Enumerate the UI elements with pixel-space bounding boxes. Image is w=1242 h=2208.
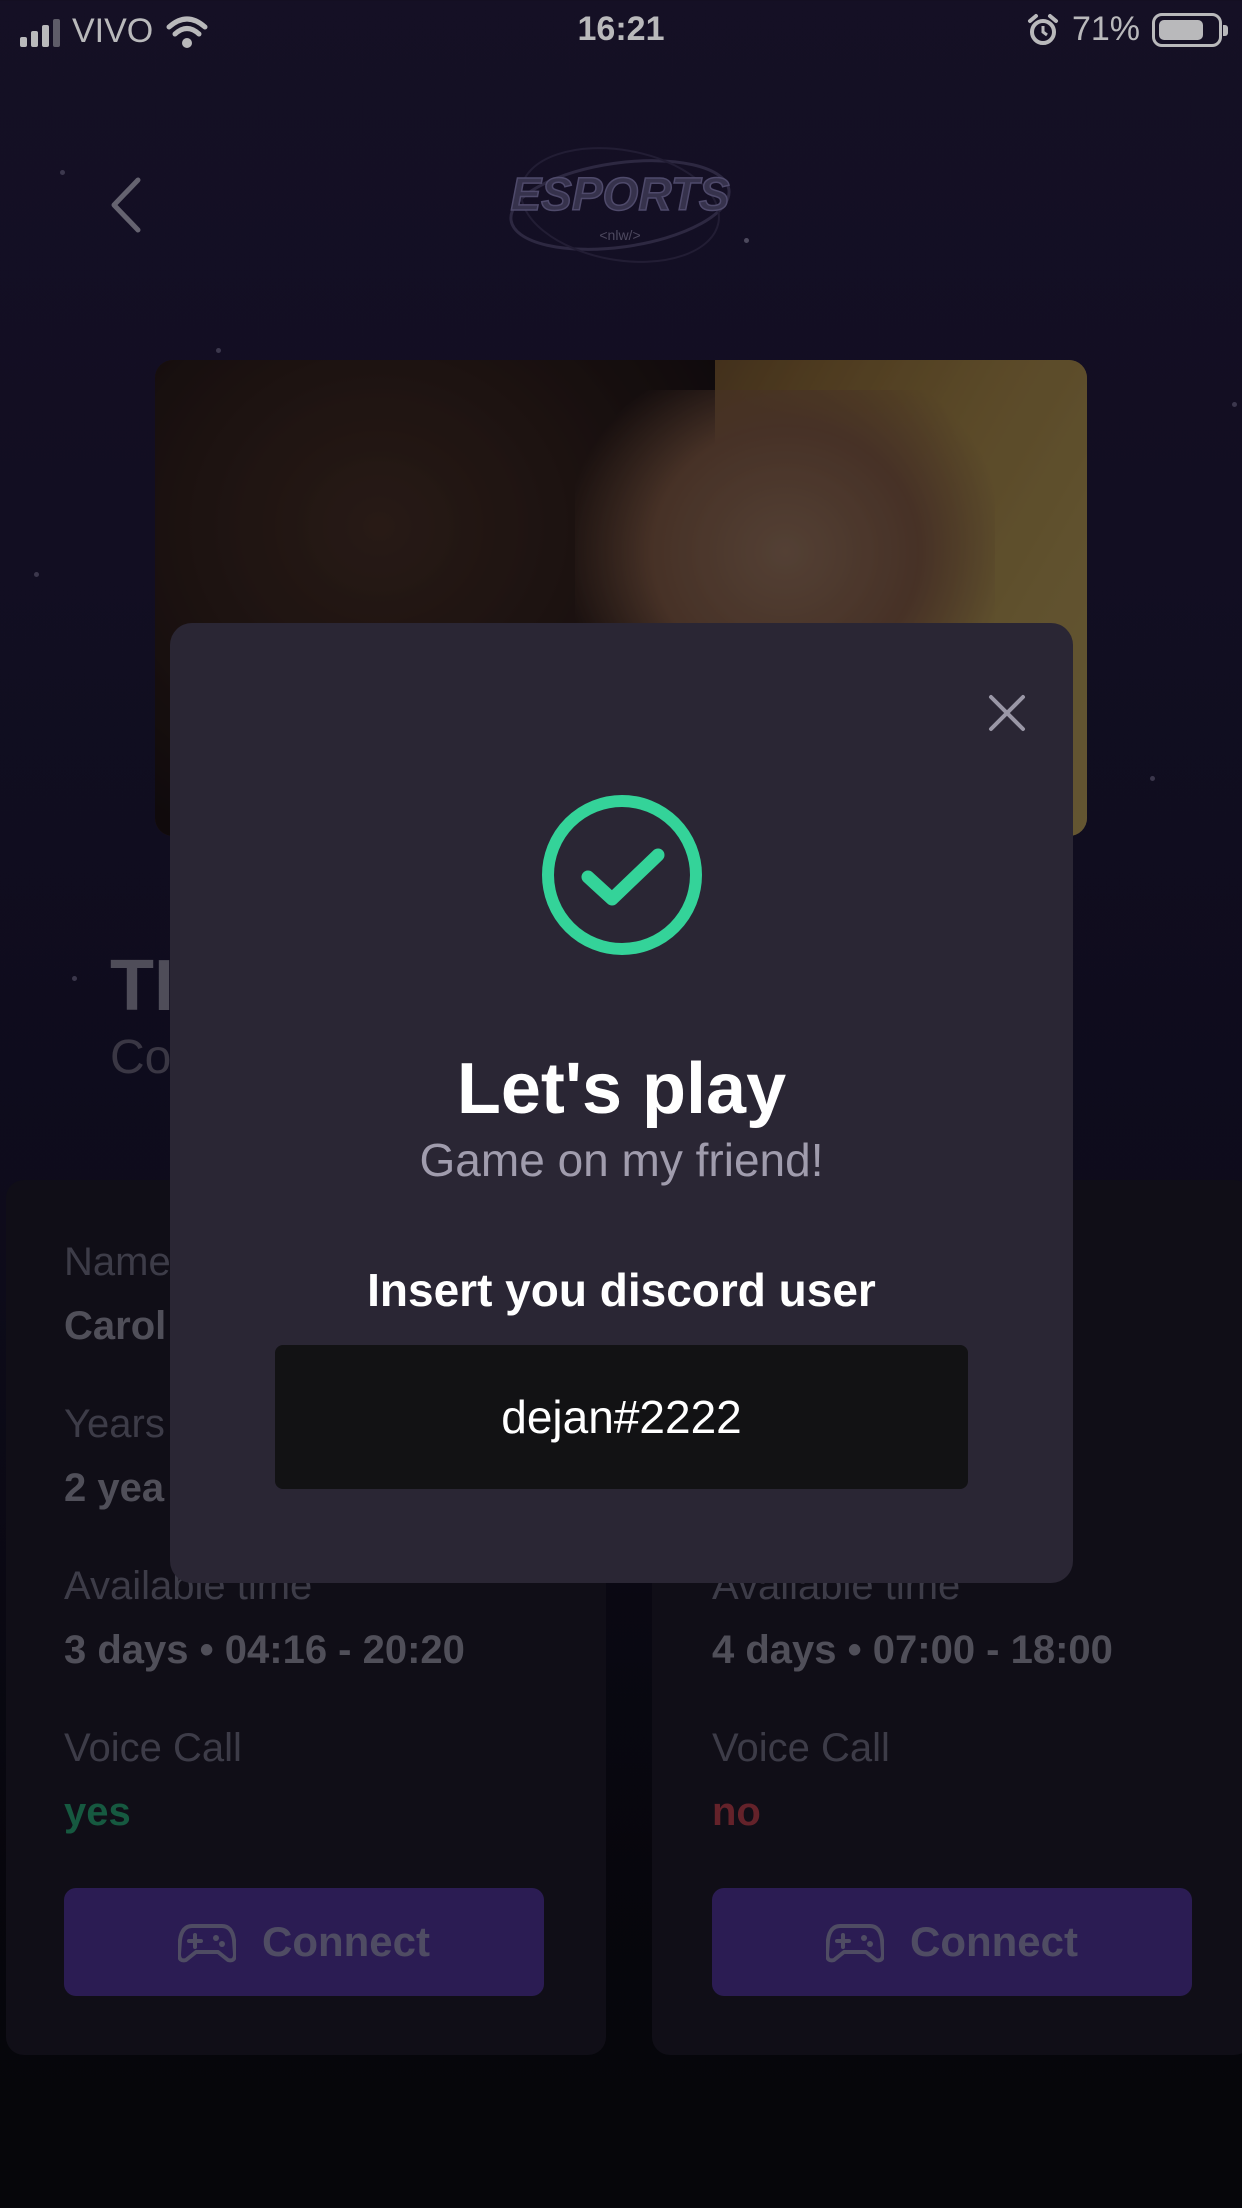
- modal-subtitle: Game on my friend!: [419, 1134, 824, 1186]
- close-icon: [989, 695, 1025, 731]
- discord-label: Insert you discord user: [367, 1264, 876, 1316]
- modal-title: Let's play: [456, 1049, 787, 1129]
- discord-user-field[interactable]: dejan#2222: [275, 1345, 968, 1489]
- check-circle-icon: [542, 795, 702, 955]
- discord-user-value: dejan#2222: [501, 1391, 742, 1443]
- close-button[interactable]: [972, 678, 1042, 748]
- connect-success-modal: Let's play Game on my friend! Insert you…: [170, 623, 1073, 1583]
